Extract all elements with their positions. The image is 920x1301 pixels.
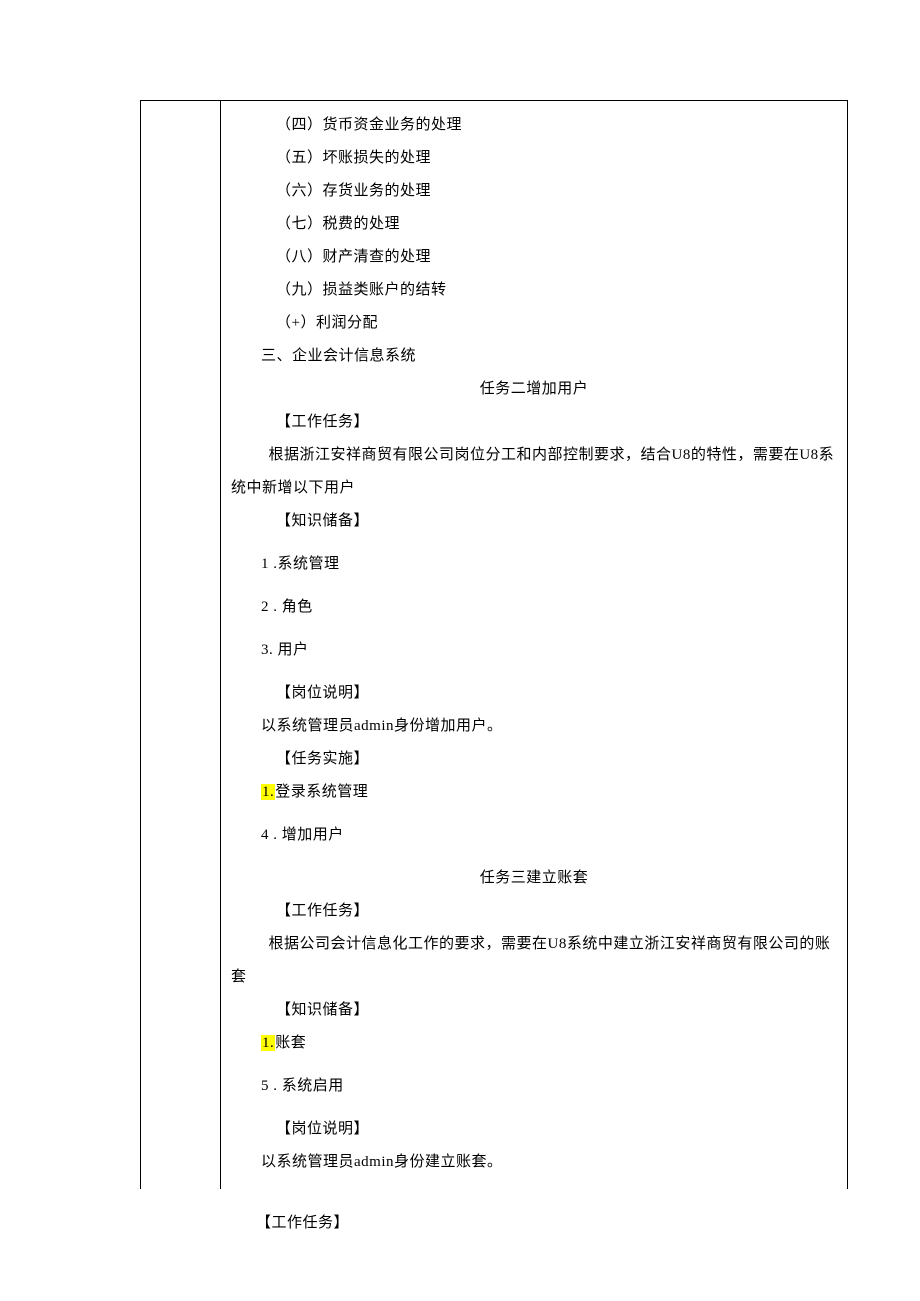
list-item: 5 . 系统启用 [231,1070,837,1103]
list-item: 1 .系统管理 [231,548,837,581]
body-text: 以系统管理员admin身份建立账套。 [231,1146,837,1179]
list-item: 3. 用户 [231,634,837,667]
list-item: 1.登录系统管理 [231,776,837,809]
subsection-label: 【工作任务】 [231,895,837,928]
list-item: （+）利润分配 [231,307,837,340]
list-item: （七）税费的处理 [231,208,837,241]
content-table: （四）货币资金业务的处理 （五）坏账损失的处理 （六）存货业务的处理 （七）税费… [140,100,848,1189]
footer-label: 【工作任务】 [256,1211,349,1232]
body-text: 根据浙江安祥商贸有限公司岗位分工和内部控制要求，结合U8的特性，需要在U8系统中… [231,439,837,505]
body-text-inner: 根据浙江安祥商贸有限公司岗位分工和内部控制要求，结合U8的特性，需要在U8系统中… [231,447,834,496]
list-item-text: 账套 [275,1035,306,1051]
task-title: 任务二增加用户 [231,373,837,406]
body-text: 以系统管理员admin身份增加用户。 [231,710,837,743]
list-item: 2 . 角色 [231,591,837,624]
body-text-inner: 根据公司会计信息化工作的要求，需要在U8系统中建立浙江安祥商贸有限公司的账套 [231,936,830,985]
list-item: （八）财产清查的处理 [231,241,837,274]
right-column: （四）货币资金业务的处理 （五）坏账损失的处理 （六）存货业务的处理 （七）税费… [221,101,847,1189]
highlight: 1. [261,1035,275,1051]
subsection-label: 【知识储备】 [231,994,837,1027]
list-item: （六）存货业务的处理 [231,175,837,208]
document-body: （四）货币资金业务的处理 （五）坏账损失的处理 （六）存货业务的处理 （七）税费… [140,100,848,1189]
task-title: 任务三建立账套 [231,862,837,895]
section-heading: 三、企业会计信息系统 [231,340,837,373]
list-item: （五）坏账损失的处理 [231,142,837,175]
subsection-label: 【岗位说明】 [231,677,837,710]
subsection-label: 【岗位说明】 [231,1113,837,1146]
list-item: 1.账套 [231,1027,837,1060]
subsection-label: 【工作任务】 [231,406,837,439]
list-item: 4 . 增加用户 [231,819,837,852]
left-column [141,101,221,1189]
subsection-label: 【知识储备】 [231,505,837,538]
subsection-label: 【任务实施】 [231,743,837,776]
list-item: （四）货币资金业务的处理 [231,109,837,142]
body-text: 根据公司会计信息化工作的要求，需要在U8系统中建立浙江安祥商贸有限公司的账套 [231,928,837,994]
list-item-text: 登录系统管理 [275,784,368,800]
list-item: （九）损益类账户的结转 [231,274,837,307]
highlight: 1. [261,784,275,800]
